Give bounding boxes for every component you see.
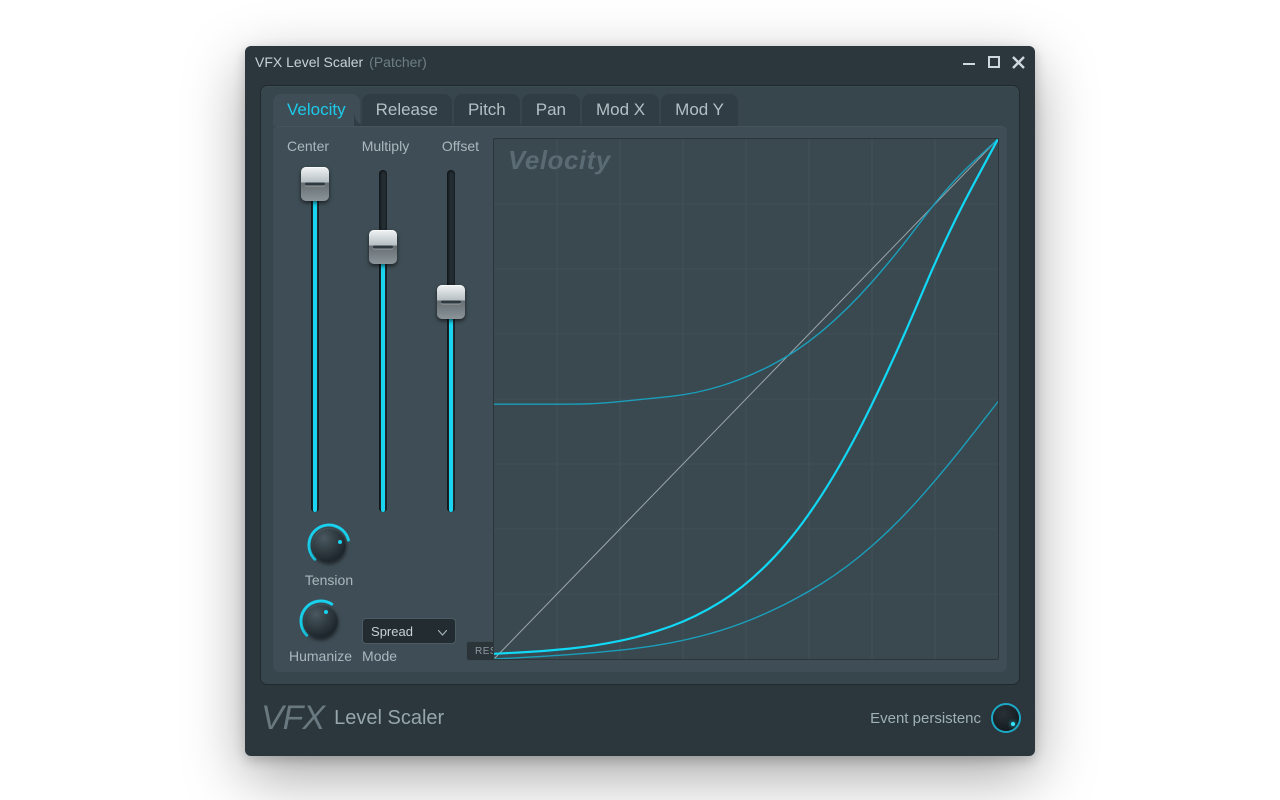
tension-label: Tension bbox=[305, 572, 353, 588]
tension-knob[interactable] bbox=[306, 522, 352, 568]
main-panel: VelocityReleasePitchPanMod XMod Y Center… bbox=[261, 86, 1019, 684]
titlebar[interactable]: VFX Level Scaler (Patcher) bbox=[245, 46, 1035, 78]
slider-label: Offset bbox=[442, 138, 479, 154]
tab-pitch[interactable]: Pitch bbox=[454, 94, 520, 126]
logo-big: VFX bbox=[261, 699, 324, 738]
tab-bar: VelocityReleasePitchPanMod XMod Y bbox=[261, 86, 1019, 126]
mode-label: Mode bbox=[362, 648, 397, 664]
sliders bbox=[283, 158, 483, 518]
tab-pan[interactable]: Pan bbox=[522, 94, 580, 126]
humanize-label: Humanize bbox=[289, 648, 352, 664]
tab-velocity[interactable]: Velocity bbox=[273, 94, 360, 126]
plugin-window: VFX Level Scaler (Patcher) VelocityRelea… bbox=[245, 46, 1035, 756]
window-subtitle: (Patcher) bbox=[369, 54, 427, 70]
chevron-down-icon bbox=[438, 624, 447, 639]
logo-small: Level Scaler bbox=[334, 707, 444, 730]
slider-offset[interactable] bbox=[421, 164, 481, 518]
humanize-knob[interactable] bbox=[298, 598, 344, 644]
controls-column: Center Multiply Offset Tension Humanize bbox=[273, 126, 493, 672]
mode-select[interactable]: Spread bbox=[362, 618, 456, 644]
tab-release[interactable]: Release bbox=[362, 94, 452, 126]
slider-labels: Center Multiply Offset bbox=[283, 138, 483, 158]
slider-thumb[interactable] bbox=[369, 230, 397, 264]
slider-thumb[interactable] bbox=[301, 167, 329, 201]
footer: VFX Level Scaler Event persistenc bbox=[261, 690, 1019, 746]
slider-thumb[interactable] bbox=[437, 285, 465, 319]
maximize-icon[interactable] bbox=[988, 56, 1000, 68]
slider-center[interactable] bbox=[285, 164, 345, 518]
event-persistence-label: Event persistenc bbox=[870, 710, 981, 727]
panel-body: Center Multiply Offset Tension Humanize bbox=[273, 126, 1007, 672]
velocity-graph[interactable]: Velocity bbox=[493, 138, 999, 660]
tab-mod-x[interactable]: Mod X bbox=[582, 94, 659, 126]
minimize-icon[interactable] bbox=[962, 55, 976, 69]
slider-label: Center bbox=[287, 138, 329, 154]
event-persistence-toggle[interactable] bbox=[993, 705, 1019, 731]
tab-mod-y[interactable]: Mod Y bbox=[661, 94, 738, 126]
slider-multiply[interactable] bbox=[353, 164, 413, 518]
slider-label: Multiply bbox=[362, 138, 409, 154]
window-title: VFX Level Scaler bbox=[255, 54, 363, 70]
close-icon[interactable] bbox=[1012, 56, 1025, 69]
mode-selected: Spread bbox=[371, 624, 413, 639]
